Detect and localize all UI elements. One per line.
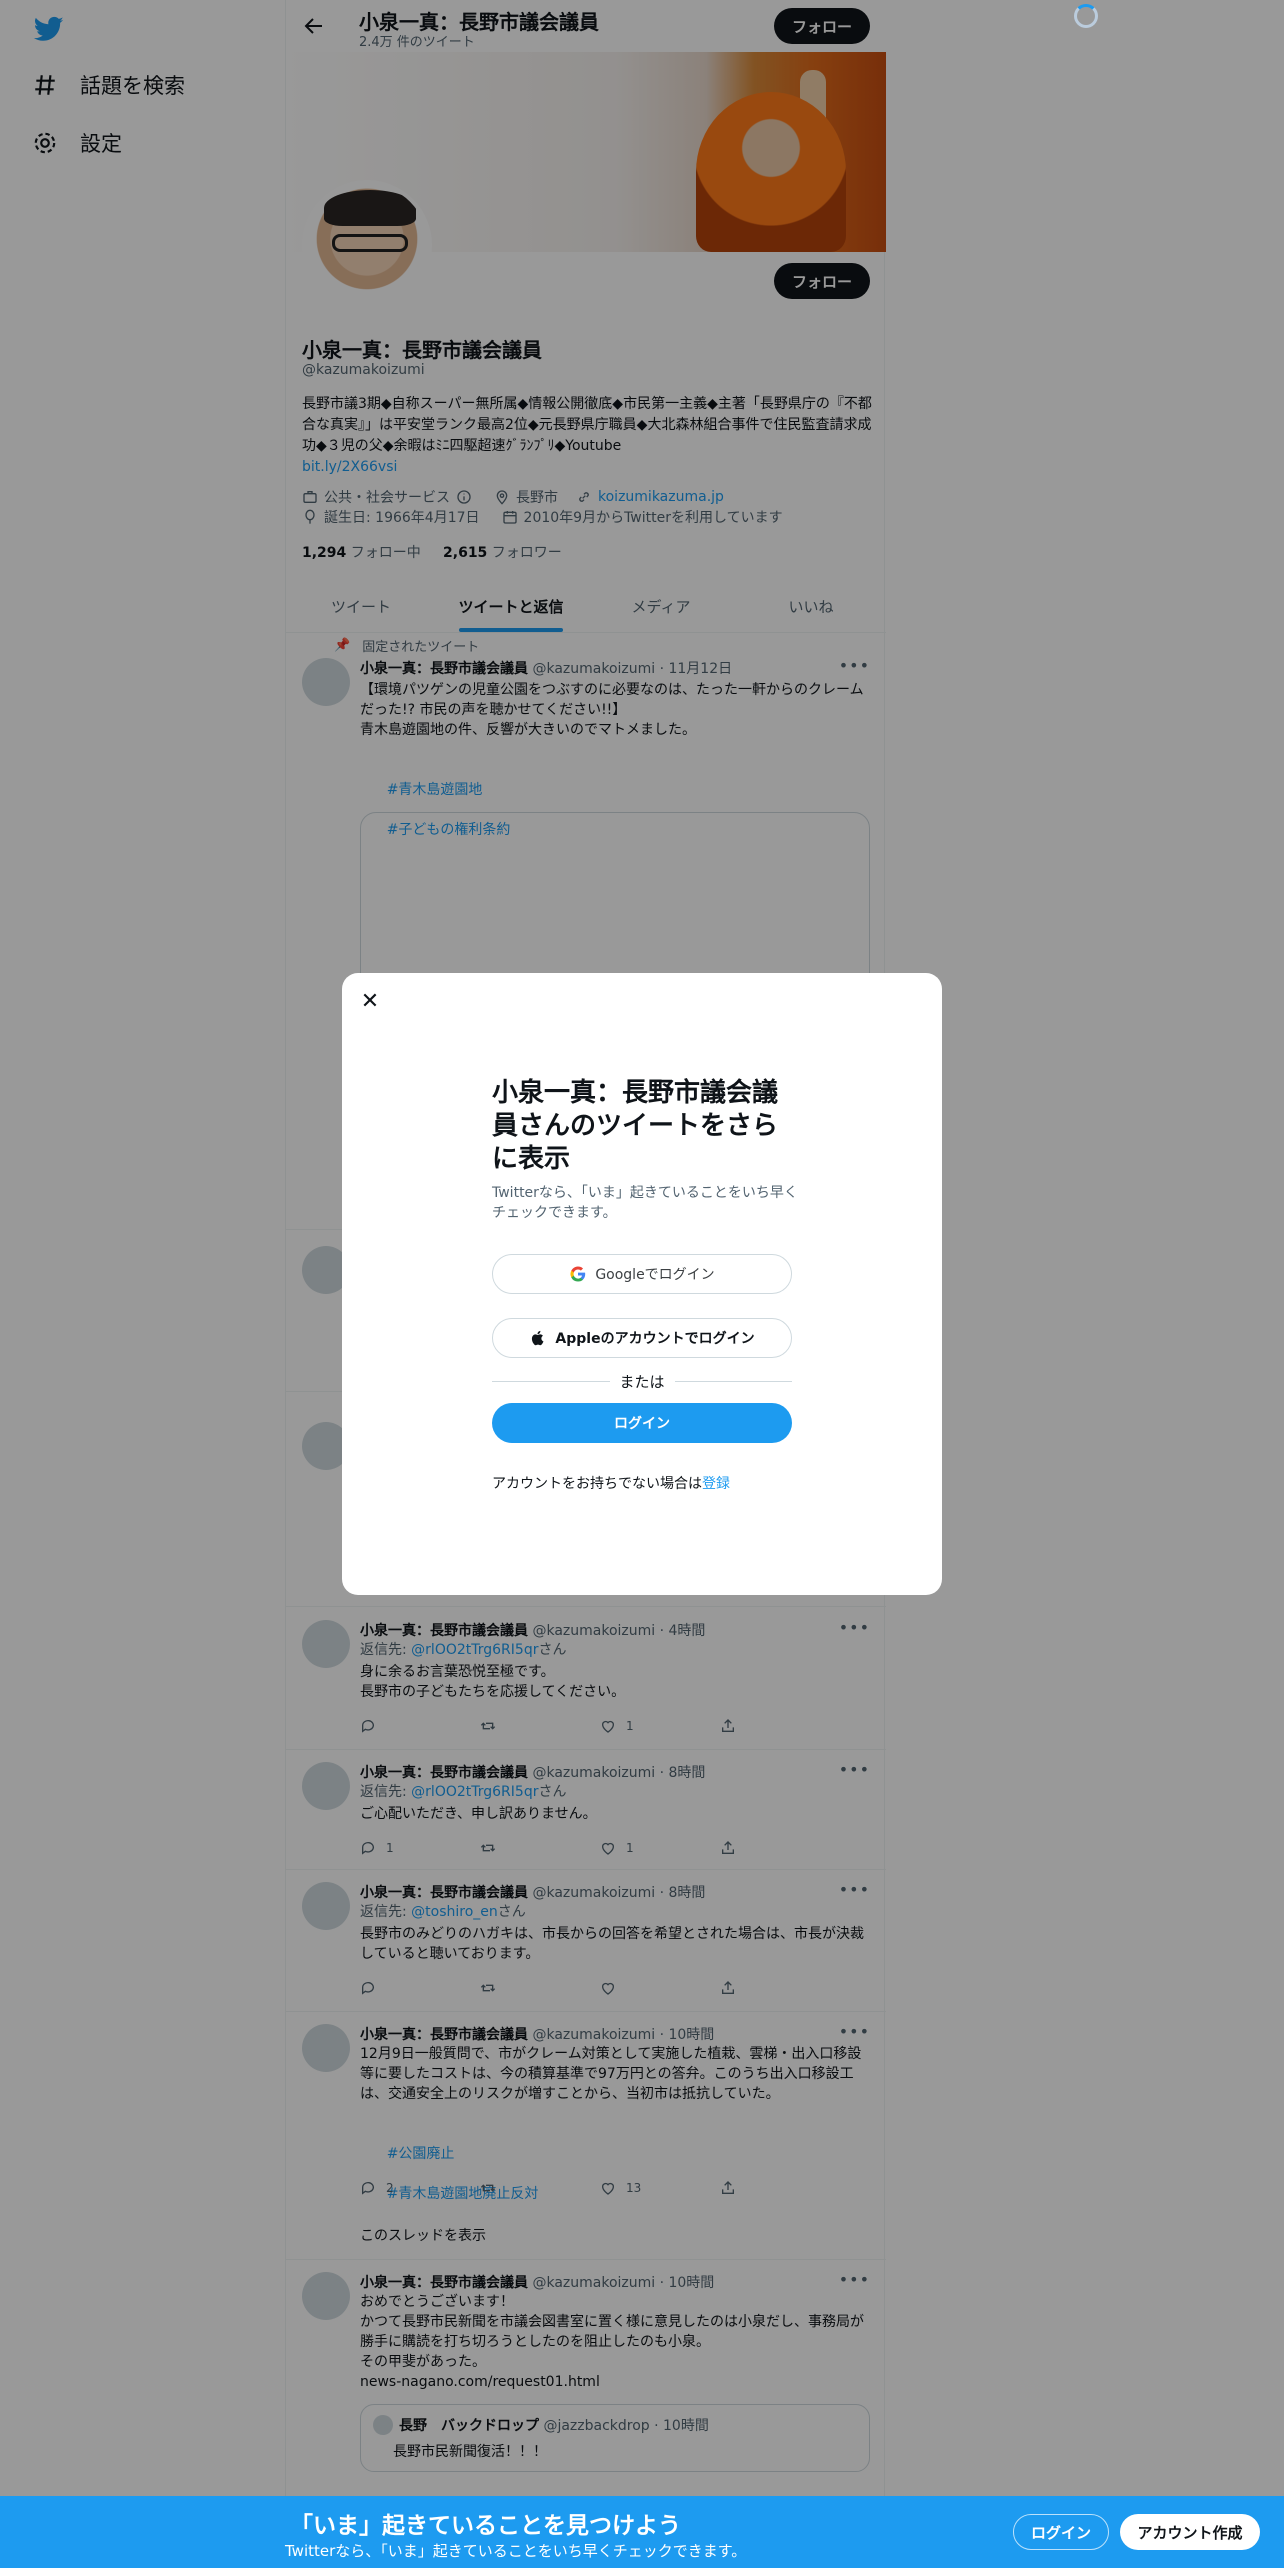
apple-login-label: Appleのアカウントでログイン xyxy=(555,1331,755,1347)
or-divider: または xyxy=(492,1371,793,1392)
apple-login-button[interactable]: Appleのアカウントでログイン xyxy=(492,1318,792,1358)
apple-icon xyxy=(532,1330,544,1346)
bottom-signup-bar: 「いま」起きていることを見つけよう Twitterなら、「いま」起きていることを… xyxy=(0,2496,1284,2568)
bottom-bar-title: 「いま」起きていることを見つけよう xyxy=(290,2513,681,2539)
signup-prompt: アカウントをお持ちでない場合は登録 xyxy=(492,1473,730,1493)
close-icon[interactable]: ✕ xyxy=(356,987,384,1015)
loading-spinner-icon xyxy=(1074,4,1098,28)
bottom-bar-subtitle: Twitterなら、「いま」起きていることをいち早くチェックできます。 xyxy=(285,2542,747,2560)
bottom-signup-button[interactable]: アカウント作成 xyxy=(1120,2514,1260,2550)
login-modal: ✕ 小泉一真：長野市議会議員さんのツイートをさらに表示 Twitterなら、「い… xyxy=(342,973,942,1595)
login-button[interactable]: ログイン xyxy=(492,1403,792,1443)
modal-subtitle: Twitterなら、「いま」起きていることをいち早くチェックできます。 xyxy=(492,1185,798,1221)
modal-title: 小泉一真：長野市議会議員さんのツイートをさらに表示 xyxy=(492,1078,779,1174)
divider-line xyxy=(492,1381,610,1382)
google-login-label: Googleでログイン xyxy=(595,1267,715,1283)
divider-line xyxy=(674,1381,793,1382)
google-icon xyxy=(570,1266,586,1282)
signup-link[interactable]: 登録 xyxy=(702,1476,730,1492)
google-login-button[interactable]: Googleでログイン xyxy=(492,1254,792,1294)
signup-prompt-text: アカウントをお持ちでない場合は xyxy=(492,1476,702,1492)
bottom-login-button[interactable]: ログイン xyxy=(1013,2514,1109,2550)
or-label: または xyxy=(619,1373,665,1391)
